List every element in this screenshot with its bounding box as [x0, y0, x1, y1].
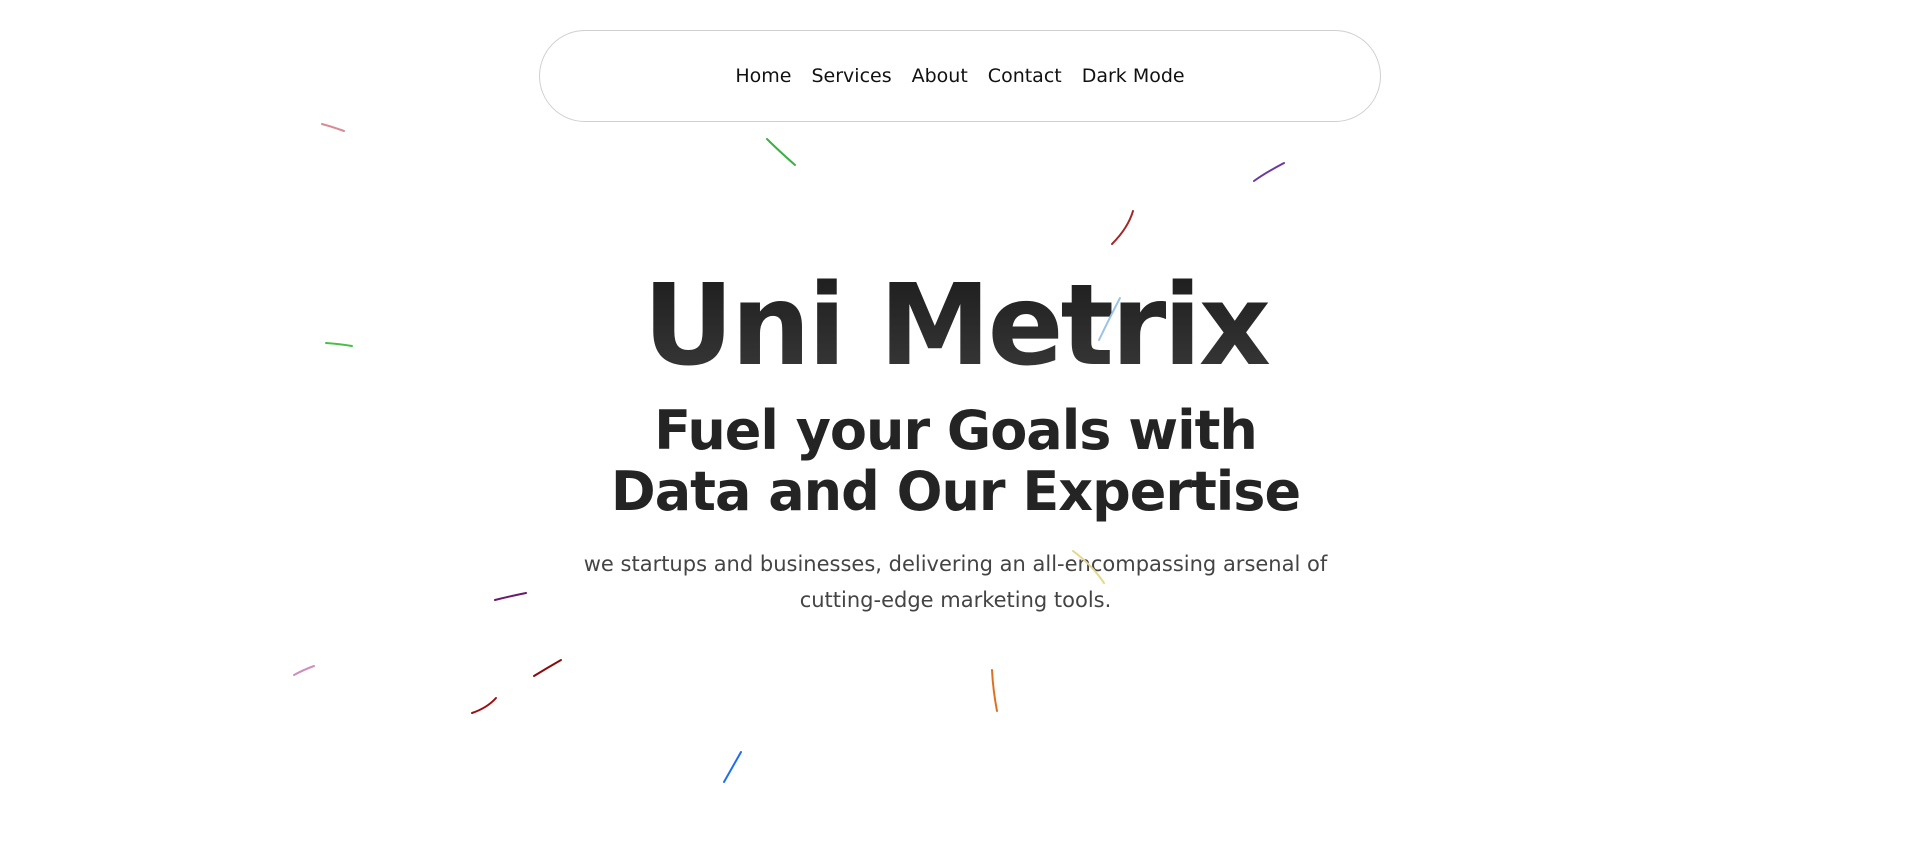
- nav-services-link[interactable]: Services: [811, 65, 891, 87]
- hero-subtitle-line-2: Data and Our Expertise: [610, 460, 1301, 523]
- confetti-streak: [321, 123, 345, 132]
- confetti-streak: [533, 659, 562, 677]
- hero-description: we startups and businesses, delivering a…: [0, 546, 1911, 618]
- confetti-streak: [1253, 162, 1285, 182]
- hero-subtitle: Fuel your Goals with Data and Our Expert…: [0, 400, 1911, 522]
- hero-description-line-1: we startups and businesses, delivering a…: [583, 552, 1328, 576]
- confetti-streak: [293, 665, 315, 676]
- confetti-streak: [766, 138, 796, 166]
- dark-mode-toggle[interactable]: Dark Mode: [1082, 65, 1185, 87]
- hero-title: Uni Metrix: [0, 256, 1911, 396]
- confetti-streak: [471, 697, 497, 714]
- hero-subtitle-line-1: Fuel your Goals with: [654, 399, 1258, 462]
- confetti-streak: [723, 751, 742, 783]
- hero-description-line-2: cutting-edge marketing tools.: [799, 588, 1112, 612]
- confetti-streak: [1111, 210, 1134, 245]
- nav-home-link[interactable]: Home: [735, 65, 791, 87]
- confetti-streak: [991, 669, 998, 712]
- page: Home Services About Contact Dark Mode Un…: [0, 0, 1911, 855]
- nav-contact-link[interactable]: Contact: [988, 65, 1062, 87]
- nav-about-link[interactable]: About: [912, 65, 968, 87]
- top-navbar: Home Services About Contact Dark Mode: [539, 30, 1381, 122]
